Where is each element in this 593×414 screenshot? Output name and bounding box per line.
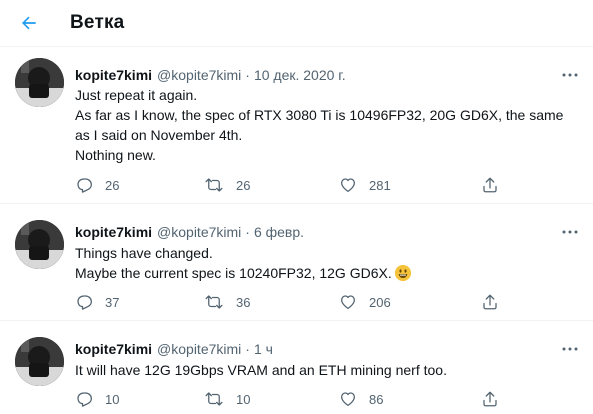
avatar-image [15,337,64,386]
tweet-1[interactable]: kopite7kimi @kopite7kimi · 10 дек. 2020 … [0,48,593,204]
tweet-text: It will have 12G 19Gbps VRAM and an ETH … [75,360,580,380]
tweet-2[interactable]: kopite7kimi @kopite7kimi · 6 февр. Thing… [0,205,593,321]
share-icon [483,391,497,407]
tweet-line: Maybe the current spec is 10240FP32, 12G… [75,265,392,281]
like-count: 281 [369,177,391,193]
heart-icon [340,178,356,193]
tweet-actions: 10 10 86 [0,389,593,409]
tweet-time[interactable]: 1 ч [254,341,273,357]
retweet-count: 10 [236,391,251,407]
separator-dot: · [245,224,250,240]
more-options-button[interactable] [561,340,579,358]
reply-button[interactable]: 26 [75,175,119,195]
avatar[interactable] [15,220,64,269]
tweet-line: Things have changed. [75,245,213,261]
retweet-count: 36 [236,294,251,310]
page-title: Ветка [70,12,125,33]
tweet-line: As far as I know, the spec of RTX 3080 T… [75,107,564,123]
heart-icon [340,392,356,407]
share-icon [483,177,497,193]
user-handle[interactable]: @kopite7kimi [157,224,241,240]
user-name[interactable]: kopite7kimi [75,224,152,240]
like-button[interactable]: 206 [339,292,391,312]
like-count: 86 [369,391,384,407]
avatar[interactable] [15,337,64,386]
tweet-line: It will have 12G 19Gbps VRAM and an ETH … [75,362,447,378]
separator-dot: · [245,67,250,83]
retweet-count: 26 [236,177,251,193]
retweet-icon [205,392,223,406]
retweet-button[interactable]: 36 [204,292,250,312]
thread-header: Ветка [0,0,593,47]
retweet-button[interactable]: 10 [204,389,250,409]
tweet-line: Just repeat it again. [75,87,198,103]
share-button[interactable] [481,389,499,409]
tweet-text: Just repeat it again. As far as I know, … [75,85,580,165]
separator-dot: · [245,341,250,357]
retweet-icon [205,295,223,309]
user-name[interactable]: kopite7kimi [75,67,152,83]
avatar-image [15,220,64,269]
share-button[interactable] [481,175,499,195]
avatar-image [15,58,64,107]
user-handle[interactable]: @kopite7kimi [157,341,241,357]
reply-count: 37 [105,294,120,310]
more-icon [562,73,578,77]
share-button[interactable] [481,292,499,312]
more-icon [562,230,578,234]
reply-count: 26 [105,177,120,193]
more-options-button[interactable] [561,66,579,84]
reply-icon [77,178,92,193]
like-button[interactable]: 86 [339,389,383,409]
tweet-text: Things have changed. Maybe the current s… [75,243,580,283]
back-arrow-icon [22,16,36,30]
grinning-face-emoji [394,265,411,281]
tweet-actions: 37 36 206 [0,292,593,312]
reply-icon [77,295,92,310]
reply-count: 10 [105,391,120,407]
more-options-button[interactable] [561,223,579,241]
retweet-icon [205,178,223,192]
user-name[interactable]: kopite7kimi [75,341,152,357]
more-icon [562,347,578,351]
back-button[interactable] [12,6,46,40]
reply-button[interactable]: 10 [75,389,119,409]
tweet-time[interactable]: 6 февр. [254,224,304,240]
reply-icon [77,392,92,407]
tweet-line: Nothing new. [75,147,156,163]
user-handle[interactable]: @kopite7kimi [157,67,241,83]
tweet-line-with-emoji: Maybe the current spec is 10240FP32, 12G… [75,263,580,283]
reply-button[interactable]: 37 [75,292,119,312]
like-count: 206 [369,294,391,310]
retweet-button[interactable]: 26 [204,175,250,195]
share-icon [483,294,497,310]
emoji-face-icon [394,265,411,281]
tweet-line: as I said on November 4th. [75,127,243,143]
heart-icon [340,295,356,310]
tweet-time[interactable]: 10 дек. 2020 г. [254,67,346,83]
tweet-3[interactable]: kopite7kimi @kopite7kimi · 1 ч It will h… [0,322,593,414]
like-button[interactable]: 281 [339,175,391,195]
avatar[interactable] [15,58,64,107]
tweet-actions: 26 26 281 [0,175,593,195]
